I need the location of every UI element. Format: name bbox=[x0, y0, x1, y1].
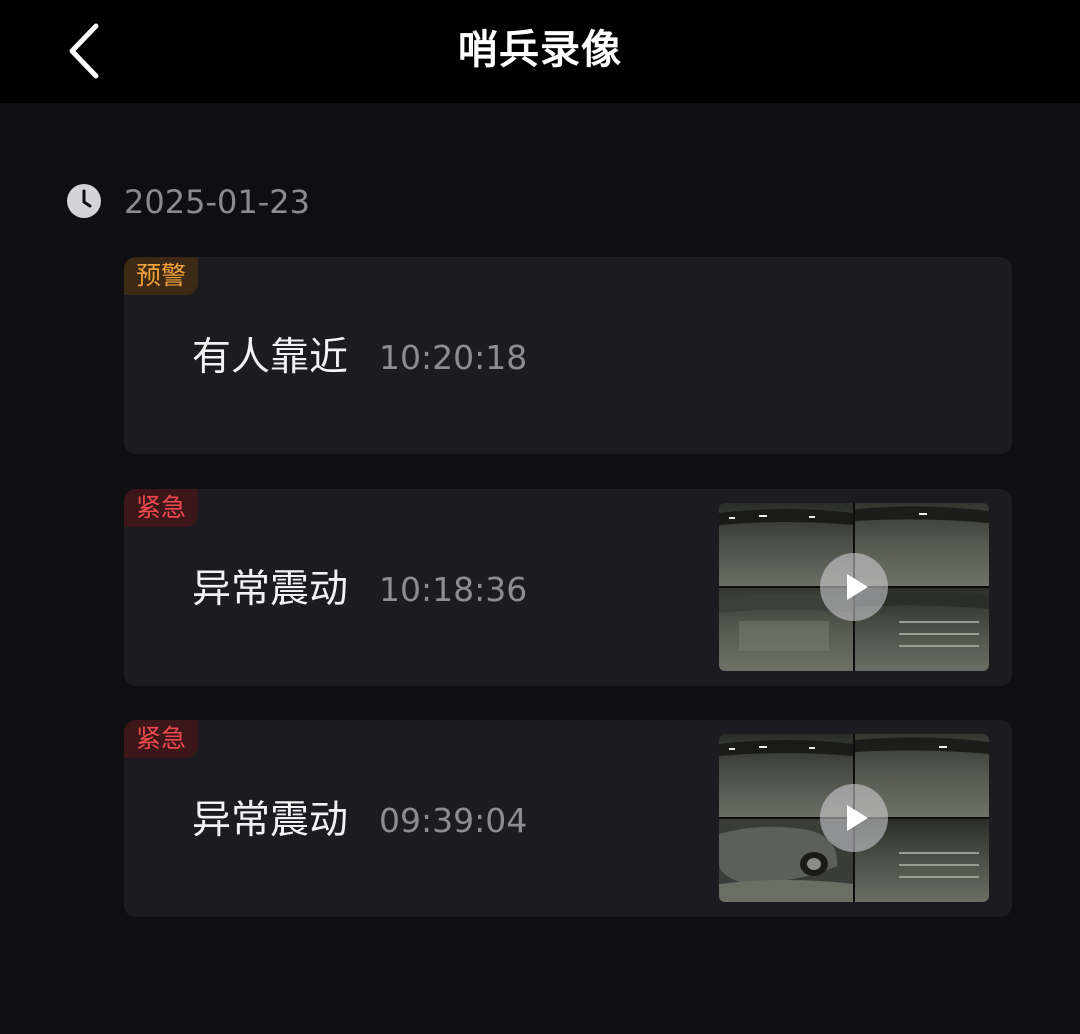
play-button[interactable] bbox=[820, 553, 888, 621]
group-date: 2025-01-23 bbox=[124, 183, 310, 221]
play-icon bbox=[847, 574, 868, 600]
page-title: 哨兵录像 bbox=[458, 27, 622, 73]
back-button[interactable] bbox=[58, 20, 114, 82]
video-thumbnail[interactable] bbox=[719, 503, 989, 671]
urgent-badge: 紧急 bbox=[124, 489, 199, 527]
top-bar: 哨兵录像 bbox=[0, 0, 1080, 103]
urgent-badge: 紧急 bbox=[124, 720, 199, 758]
event-name: 有人靠近 bbox=[192, 335, 349, 380]
event-time: 10:18:36 bbox=[379, 570, 528, 609]
warning-badge: 预警 bbox=[124, 257, 199, 295]
play-icon bbox=[847, 805, 868, 831]
event-name: 异常震动 bbox=[192, 567, 349, 612]
clock-icon bbox=[67, 184, 101, 218]
record-card[interactable]: 紧急 异常震动 10:18:36 bbox=[124, 489, 1012, 686]
record-card[interactable]: 预警 有人靠近 10:20:18 bbox=[124, 257, 1012, 454]
video-thumbnail[interactable] bbox=[719, 734, 989, 902]
play-button[interactable] bbox=[820, 784, 888, 852]
event-time: 09:39:04 bbox=[379, 801, 528, 840]
record-card[interactable]: 紧急 异常震动 09:39:04 bbox=[124, 720, 1012, 917]
chevron-left-icon bbox=[69, 23, 99, 79]
event-time: 10:20:18 bbox=[379, 338, 528, 377]
event-name: 异常震动 bbox=[192, 798, 349, 843]
